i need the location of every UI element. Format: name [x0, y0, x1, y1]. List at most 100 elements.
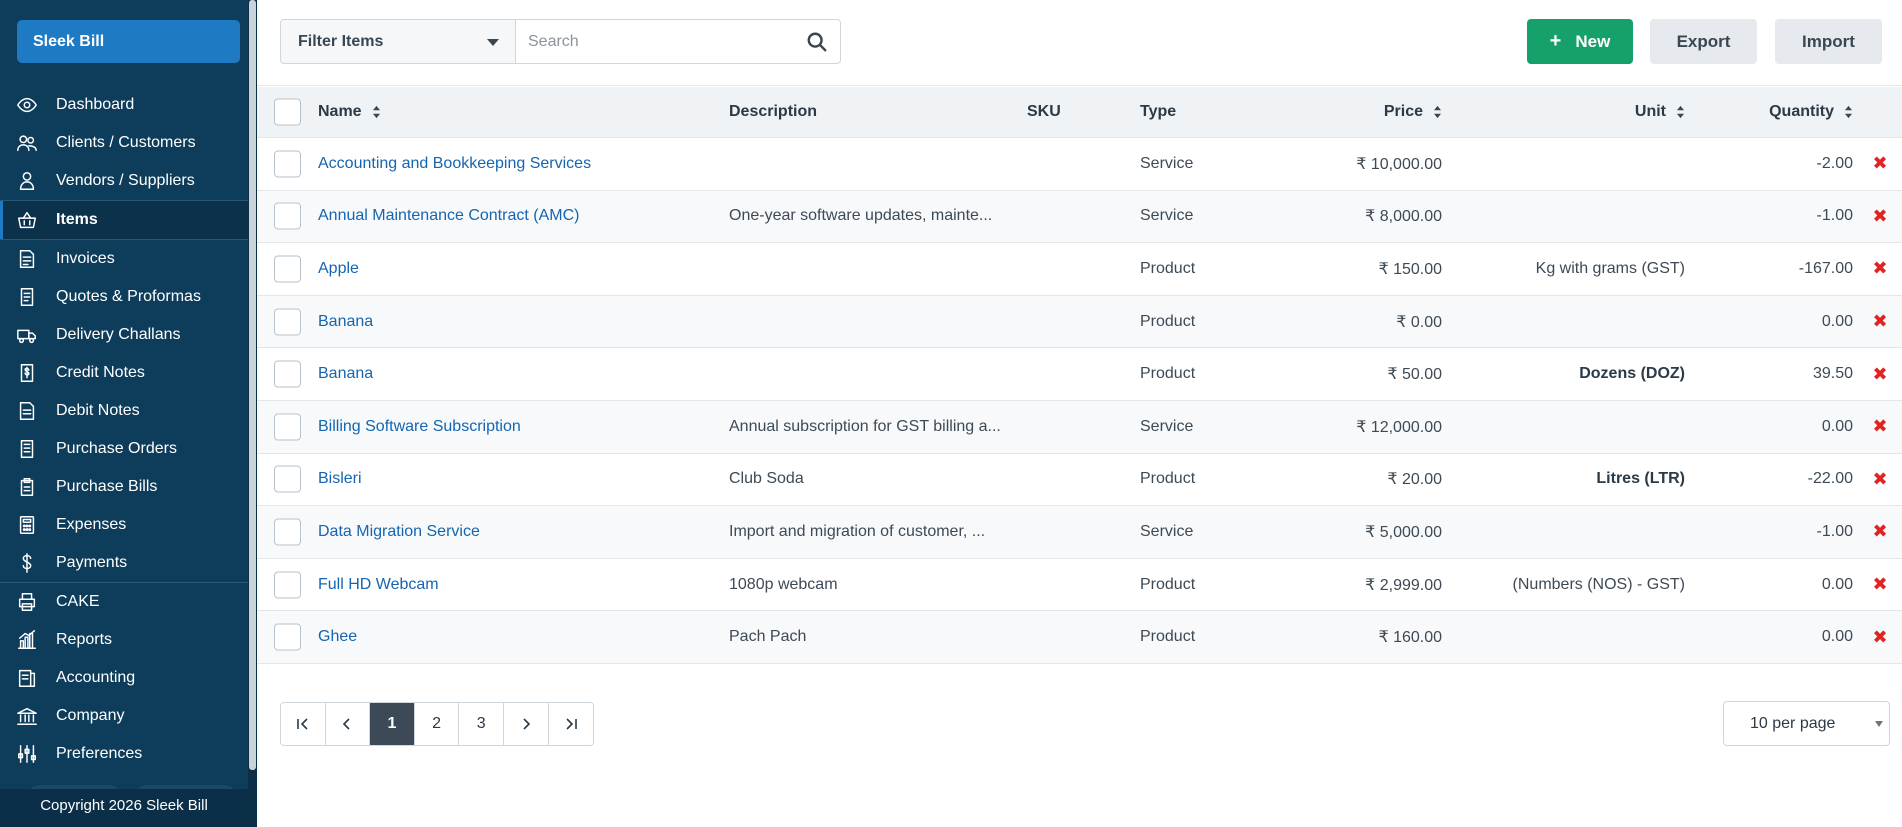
sidebar-item-label: Vendors / Suppliers — [56, 172, 195, 189]
item-description: Annual subscription for GST billing a... — [729, 417, 1001, 435]
search-icon[interactable] — [806, 31, 828, 53]
row-checkbox[interactable] — [274, 308, 301, 336]
per-page-select[interactable]: 10 per page — [1723, 701, 1890, 746]
scrollbar-thumb[interactable] — [249, 0, 256, 770]
item-price: ₹ 8,000.00 — [1365, 208, 1442, 226]
column-header-type: Type — [1140, 103, 1177, 120]
item-description: Club Soda — [729, 470, 804, 488]
per-page-label: 10 per page — [1750, 715, 1836, 732]
last-page-button[interactable] — [548, 703, 594, 745]
sort-icon[interactable] — [1433, 105, 1442, 119]
delete-icon[interactable]: ✖ — [1872, 296, 1888, 348]
sidebar-item-purchase-bills[interactable]: Purchase Bills — [0, 468, 248, 506]
delete-icon[interactable]: ✖ — [1872, 191, 1888, 243]
new-item-button[interactable]: + New — [1527, 19, 1633, 64]
row-checkbox[interactable] — [274, 465, 301, 493]
sidebar-item-company[interactable]: Company — [0, 697, 248, 735]
row-checkbox[interactable] — [274, 150, 301, 178]
row-checkbox[interactable] — [274, 518, 301, 546]
row-checkbox[interactable] — [274, 255, 301, 283]
filter-items-select[interactable]: Filter Items — [280, 19, 516, 64]
item-name-link[interactable]: Annual Maintenance Contract (AMC) — [318, 191, 579, 243]
delete-icon[interactable]: ✖ — [1872, 506, 1888, 558]
sidebar-item-delivery-challans[interactable]: Delivery Challans — [0, 316, 248, 354]
delete-icon[interactable]: ✖ — [1872, 611, 1888, 663]
sidebar-item-label: Quotes & Proformas — [56, 288, 201, 305]
next-page-button[interactable] — [503, 703, 549, 745]
row-checkbox[interactable] — [274, 360, 301, 388]
sort-icon[interactable] — [372, 105, 381, 119]
sidebar-item-label: Dashboard — [56, 96, 135, 113]
item-price: ₹ 150.00 — [1378, 260, 1442, 278]
item-name-link[interactable]: Ghee — [318, 611, 357, 663]
delete-icon[interactable]: ✖ — [1872, 559, 1888, 611]
sidebar-item-vendors-suppliers[interactable]: Vendors / Suppliers — [0, 162, 248, 200]
item-name-link[interactable]: Banana — [318, 296, 373, 348]
row-checkbox[interactable] — [274, 413, 301, 441]
sidebar-item-quotes-proformas[interactable]: Quotes & Proformas — [0, 278, 248, 316]
brand-button[interactable]: Sleek Bill — [17, 20, 240, 63]
sort-icon[interactable] — [1844, 105, 1853, 119]
select-all-checkbox[interactable] — [274, 98, 301, 126]
item-description: 1080p webcam — [729, 575, 838, 593]
row-checkbox[interactable] — [274, 623, 301, 651]
search-input[interactable] — [516, 20, 786, 63]
sidebar-scrollbar[interactable] — [248, 0, 257, 827]
item-description: Import and migration of customer, ... — [729, 522, 986, 540]
users-icon — [15, 131, 39, 155]
plus-icon: + — [1549, 30, 1562, 52]
first-page-button[interactable] — [281, 703, 326, 745]
item-name-link[interactable]: Billing Software Subscription — [318, 401, 521, 453]
page-1-button[interactable]: 1 — [370, 703, 415, 745]
sidebar-item-label: Reports — [56, 631, 113, 648]
delete-icon[interactable]: ✖ — [1872, 138, 1888, 190]
sidebar-item-payments[interactable]: Payments — [0, 544, 248, 582]
table-row: Annual Maintenance Contract (AMC) One-yea… — [257, 190, 1902, 244]
row-checkbox[interactable] — [274, 571, 301, 599]
page-3-button[interactable]: 3 — [459, 703, 504, 745]
page-2-button[interactable]: 2 — [414, 703, 460, 745]
sidebar-item-preferences[interactable]: Preferences — [0, 735, 248, 773]
sidebar-item-debit-notes[interactable]: Debit Notes — [0, 392, 248, 430]
sidebar-item-expenses[interactable]: Expenses — [0, 506, 248, 544]
item-name-link[interactable]: Data Migration Service — [318, 506, 480, 558]
item-name-link[interactable]: Apple — [318, 243, 359, 295]
sort-icon[interactable] — [1676, 105, 1685, 119]
export-button[interactable]: Export — [1650, 19, 1757, 64]
sidebar-item-label: Payments — [56, 554, 128, 571]
delete-icon[interactable]: ✖ — [1872, 401, 1888, 453]
sidebar-item-items[interactable]: Items — [0, 201, 248, 239]
item-name-link[interactable]: Accounting and Bookkeeping Services — [318, 138, 591, 190]
sidebar-item-purchase-orders[interactable]: Purchase Orders — [0, 430, 248, 468]
table-row: Apple Product ₹ 150.00 Kg with grams (GST) -… — [257, 243, 1902, 296]
sidebar-item-clients-customers[interactable]: Clients / Customers — [0, 124, 248, 162]
dollar-icon — [15, 551, 39, 575]
first-page-icon — [296, 718, 308, 730]
sidebar-item-dashboard[interactable]: Dashboard — [0, 86, 248, 124]
sidebar-item-credit-notes[interactable]: Credit Notes — [0, 354, 248, 392]
item-unit: Litres (LTR) — [1596, 470, 1685, 488]
sidebar-item-reports[interactable]: Reports — [0, 621, 248, 659]
item-name-link[interactable]: Bisleri — [318, 454, 362, 506]
sidebar-item-accounting[interactable]: Accounting — [0, 659, 248, 697]
chart-icon — [15, 628, 39, 652]
delete-icon[interactable]: ✖ — [1872, 454, 1888, 506]
sidebar-item-invoices[interactable]: Invoices — [0, 240, 248, 278]
previous-page-button[interactable] — [325, 703, 371, 745]
table-row: Billing Software Subscription Annual subs… — [257, 400, 1902, 454]
item-name-link[interactable]: Full HD Webcam — [318, 559, 439, 611]
sidebar-item-cake[interactable]: CAKE — [0, 583, 248, 621]
item-name-link[interactable]: Banana — [318, 348, 373, 400]
column-header-unit[interactable]: Unit — [1635, 87, 1685, 137]
row-checkbox[interactable] — [274, 202, 301, 230]
chevron-right-icon — [523, 718, 530, 730]
import-button[interactable]: Import — [1775, 19, 1882, 64]
sliders-icon — [15, 742, 39, 766]
column-header-price[interactable]: Price — [1384, 87, 1442, 137]
column-header-quantity[interactable]: Quantity — [1769, 87, 1853, 137]
delete-icon[interactable]: ✖ — [1872, 243, 1888, 295]
delete-icon[interactable]: ✖ — [1872, 348, 1888, 400]
calculator-icon — [15, 513, 39, 537]
item-price: ₹ 20.00 — [1387, 471, 1442, 489]
column-header-name[interactable]: Name — [318, 87, 381, 137]
